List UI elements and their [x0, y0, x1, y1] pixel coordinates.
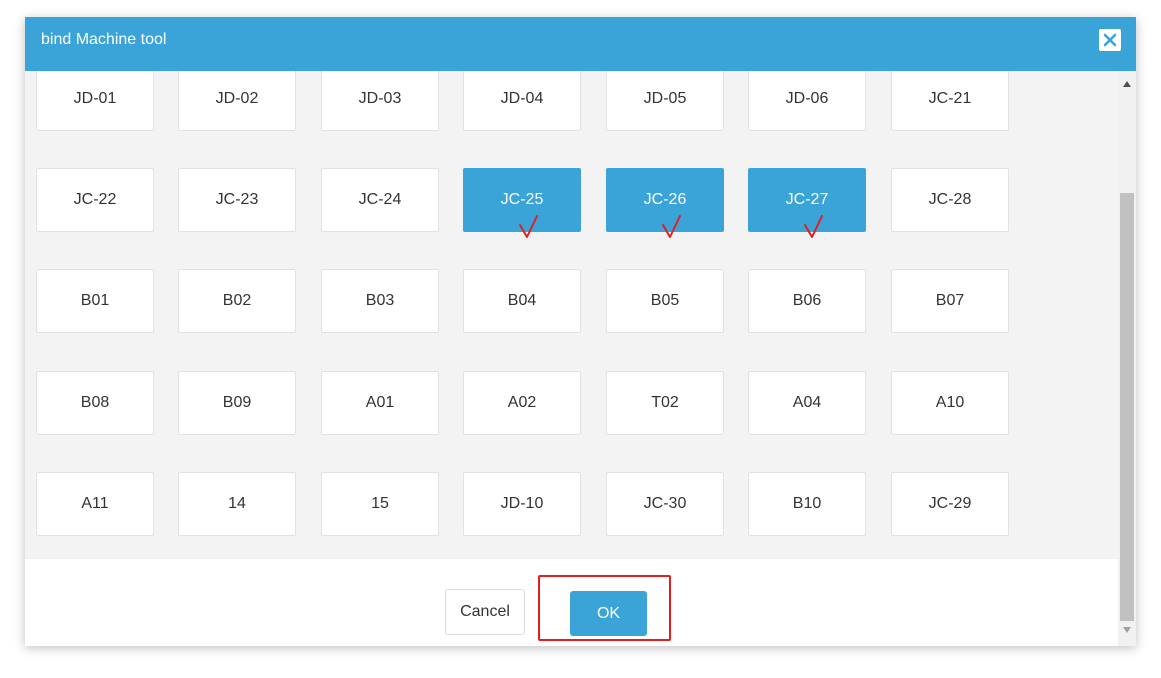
machine-tile[interactable]: JD-10	[463, 472, 581, 536]
machine-tile-label: JC-28	[928, 191, 972, 208]
machine-tile[interactable]: 14	[178, 472, 296, 536]
machine-tile[interactable]: B09	[178, 371, 296, 435]
machine-tile[interactable]: JC-25	[463, 168, 581, 238]
machine-tile-label: A04	[792, 394, 822, 411]
dialog-titlebar: bind Machine tool	[25, 17, 1136, 71]
close-button[interactable]	[1099, 29, 1121, 51]
machine-tile[interactable]: JC-30	[606, 472, 724, 536]
machine-tile[interactable]: JD-05	[606, 71, 724, 131]
machine-tile-label: JD-01	[73, 90, 117, 107]
machine-tile[interactable]: B04	[463, 269, 581, 333]
machine-tile[interactable]: JC-22	[36, 168, 154, 232]
dialog-title: bind Machine tool	[41, 31, 167, 48]
machine-tile-label: B07	[935, 292, 965, 309]
machine-tile-label: T02	[651, 394, 679, 411]
scrollbar-thumb[interactable]	[1120, 193, 1134, 621]
checkmark-icon	[519, 215, 538, 238]
machine-tile-label: JD-04	[500, 90, 544, 107]
machine-tile-label: B03	[365, 292, 395, 309]
scroll-down-arrow-icon[interactable]	[1123, 627, 1131, 633]
machine-tile[interactable]: JC-29	[891, 472, 1009, 536]
machine-tile[interactable]: B02	[178, 269, 296, 333]
machine-tile-label: B04	[507, 292, 537, 309]
vertical-scrollbar[interactable]	[1118, 71, 1136, 646]
machine-tile-label: A10	[935, 394, 965, 411]
machine-tile-label: JC-23	[215, 191, 259, 208]
machine-tile[interactable]: JD-02	[178, 71, 296, 131]
machine-tile[interactable]: 15	[321, 472, 439, 536]
machine-tile-label: B05	[650, 292, 680, 309]
ok-button[interactable]: OK	[570, 591, 647, 636]
machine-tile-label: JC-25	[500, 191, 544, 208]
machine-tile[interactable]: JD-06	[748, 71, 866, 131]
machine-tile[interactable]: B05	[606, 269, 724, 333]
machine-tile-label: JD-06	[785, 90, 829, 107]
machine-tile[interactable]: A01	[321, 371, 439, 435]
machine-tile-label: JC-26	[643, 191, 687, 208]
machine-tile[interactable]: JC-27	[748, 168, 866, 238]
machine-tile-label: JC-22	[73, 191, 117, 208]
machine-tile-label: JD-05	[643, 90, 687, 107]
machine-tile[interactable]: B03	[321, 269, 439, 333]
machine-tile[interactable]: A10	[891, 371, 1009, 435]
machine-tile-label: JC-27	[785, 191, 829, 208]
machine-tile-label: A11	[81, 495, 109, 512]
machine-tile-label: B01	[80, 292, 110, 309]
machine-tile-label: JC-24	[358, 191, 402, 208]
machine-tile[interactable]: A04	[748, 371, 866, 435]
machine-tile-label: B09	[222, 394, 252, 411]
close-icon	[1103, 33, 1117, 47]
machine-tile-label: B02	[222, 292, 252, 309]
machine-tile[interactable]: A02	[463, 371, 581, 435]
machine-tile-label: JD-10	[500, 495, 544, 512]
machine-tile-label: A02	[507, 394, 537, 411]
machine-tile[interactable]: JD-01	[36, 71, 154, 131]
machine-grid: JD-01 JD-02 JD-03 JD-04 JD-05 JD-06 JC-21 JC-22…	[25, 71, 1118, 559]
machine-tile[interactable]: B10	[748, 472, 866, 536]
cancel-button[interactable]: Cancel	[445, 589, 525, 635]
machine-tile[interactable]: A11	[36, 472, 154, 536]
machine-tile[interactable]: B08	[36, 371, 154, 435]
machine-tile-label: JC-29	[928, 495, 972, 512]
machine-tile-label: B10	[792, 495, 822, 512]
machine-tile[interactable]: T02	[606, 371, 724, 435]
machine-tile-label: A01	[365, 394, 395, 411]
machine-tile-label: B08	[80, 394, 110, 411]
machine-tile[interactable]: JD-04	[463, 71, 581, 131]
machine-tile-label: JC-30	[643, 495, 687, 512]
machine-tile[interactable]: B01	[36, 269, 154, 333]
machine-tile[interactable]: JC-28	[891, 168, 1009, 232]
machine-tile[interactable]: B06	[748, 269, 866, 333]
checkmark-icon	[804, 215, 823, 238]
machine-tile[interactable]: JC-23	[178, 168, 296, 232]
machine-tile-label: B06	[792, 292, 822, 309]
machine-tile-label: JD-02	[215, 90, 259, 107]
machine-tile[interactable]: JD-03	[321, 71, 439, 131]
machine-tile[interactable]: JC-24	[321, 168, 439, 232]
machine-tile-label: JD-03	[358, 90, 402, 107]
machine-tile-label: 15	[371, 495, 389, 512]
machine-tile[interactable]: JC-26	[606, 168, 724, 238]
machine-tile-label: JC-21	[928, 90, 972, 107]
checkmark-icon	[662, 215, 681, 238]
dialog-footer: Cancel OK	[25, 559, 1118, 646]
scroll-up-arrow-icon[interactable]	[1123, 81, 1131, 87]
bind-machine-dialog: bind Machine tool JD-01 JD-02 JD-03 JD-04 JD…	[25, 17, 1136, 646]
machine-tile[interactable]: JC-21	[891, 71, 1009, 131]
machine-tile[interactable]: B07	[891, 269, 1009, 333]
machine-tile-label: 14	[228, 495, 246, 512]
